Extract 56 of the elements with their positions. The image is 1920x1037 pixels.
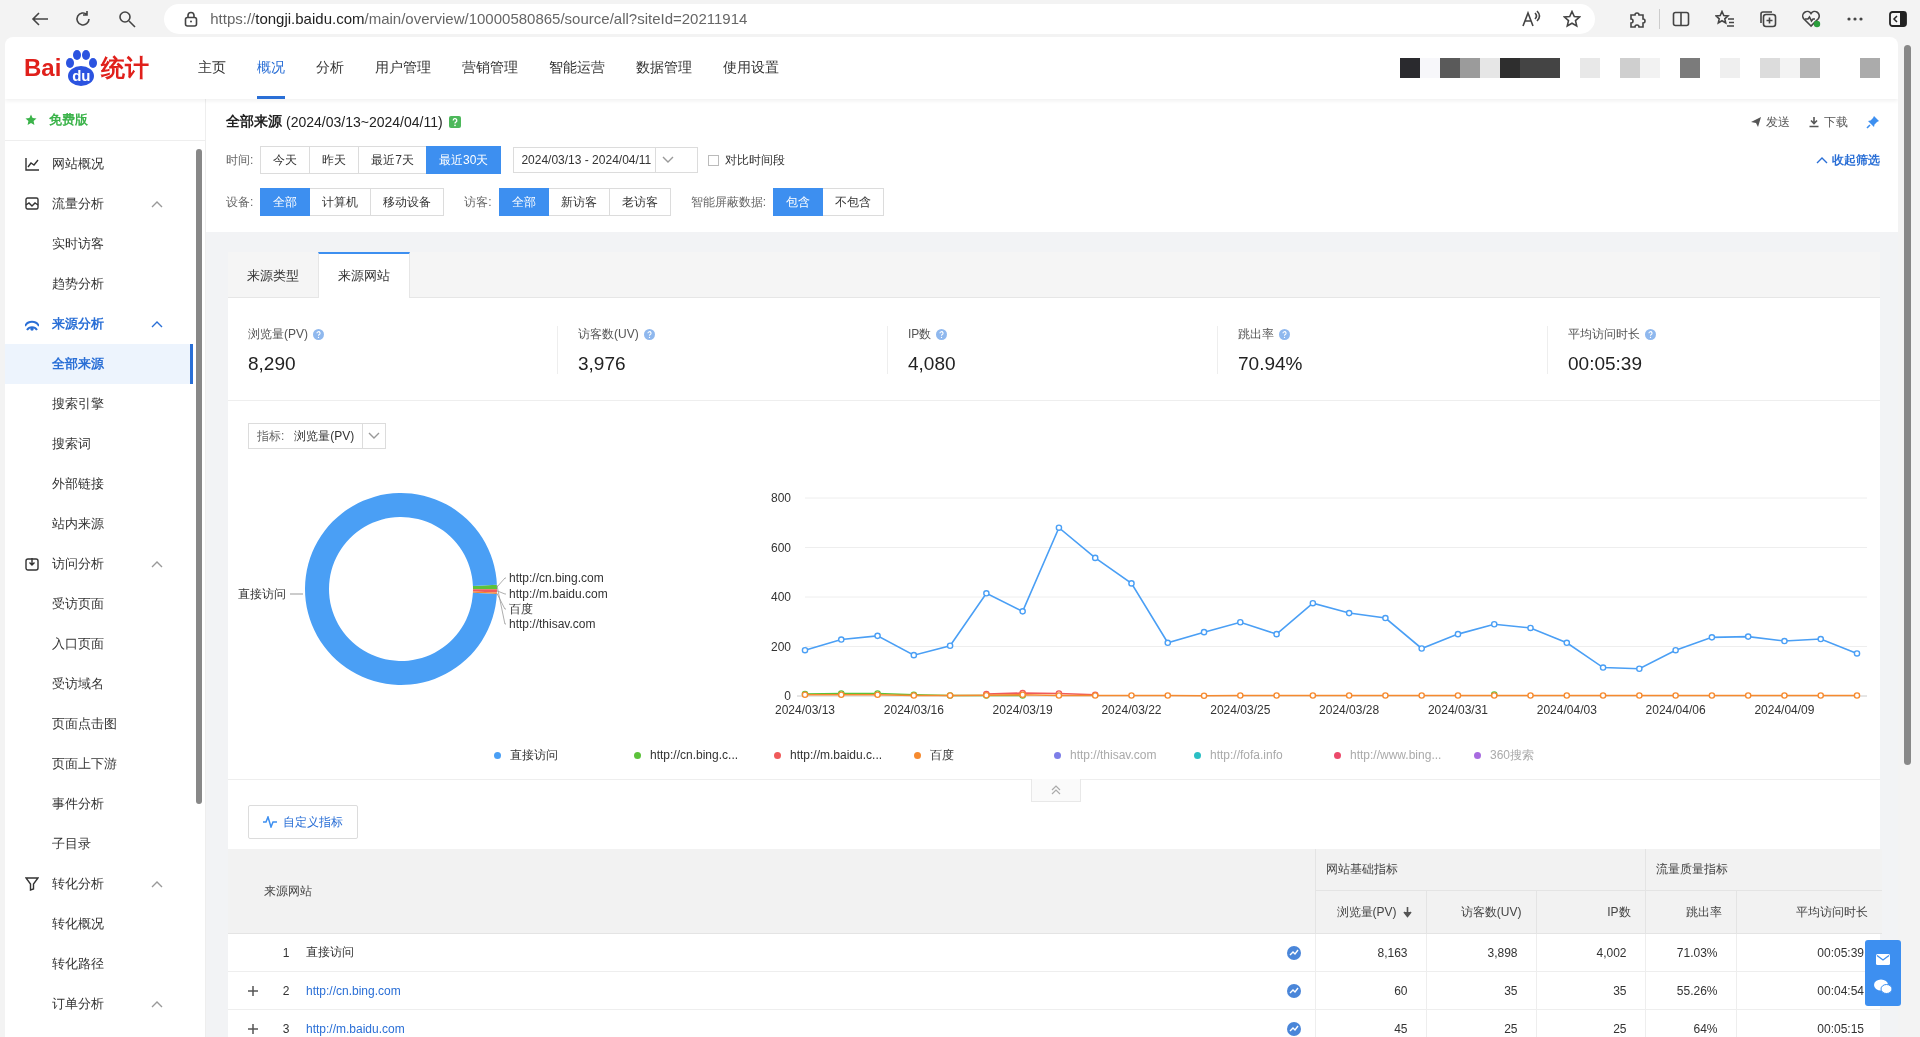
table-cell: 3,898: [1426, 933, 1536, 972]
slice-label: http://thisav.com: [509, 617, 596, 631]
checkbox-label: 对比时间段: [725, 151, 786, 169]
url-text: https://tongji.baidu.com/main/overview/10000580865/source/all?siteId=20211914: [210, 10, 749, 27]
table-cell: 35: [1426, 971, 1536, 1010]
axis-tick-label: 2024/03/25: [1210, 703, 1271, 717]
plan-label: 免费版: [49, 110, 88, 129]
axis-tick-label: 2024/04/09: [1754, 703, 1815, 717]
slice-label: http://m.baidu.com: [509, 587, 608, 601]
stat-label: 浏览量(PV): [248, 326, 308, 343]
axis-tick-label: 2024/03/28: [1319, 703, 1380, 717]
table-cell: 00:05:15: [1736, 1009, 1882, 1037]
date-range-text: (2024/03/13~2024/04/11): [286, 114, 443, 130]
filter-label: 智能屏蔽数据:: [690, 193, 767, 211]
filter-label: 设备:: [226, 193, 254, 211]
axis-tick-label: 400: [770, 590, 791, 604]
stat-value: 8,290: [248, 353, 297, 375]
stat-value: 4,080: [908, 353, 957, 375]
source-name: 直接访问: [306, 945, 354, 959]
column-group-header: 流量质量指标: [1645, 849, 1882, 891]
axis-tick-label: 600: [770, 540, 791, 555]
axis-tick-label: 2024/04/03: [1536, 703, 1597, 717]
filter-label: 访客:: [464, 193, 492, 211]
axis-tick-label: 800: [770, 491, 791, 505]
table-cell: 60: [1315, 971, 1426, 1010]
axis-tick-label: 2024/03/31: [1427, 703, 1488, 717]
axis-tick-label: 2024/03/22: [1101, 703, 1162, 717]
axis-tick-label: 2024/03/13: [774, 703, 836, 717]
stat-label: 跳出率: [1238, 326, 1274, 343]
logo: Bai du 统计: [24, 48, 198, 88]
slice-label: http://cn.bing.com: [509, 571, 604, 585]
table-cell: 55.26%: [1645, 971, 1736, 1010]
slice-label: 百度: [509, 602, 533, 616]
table-cell: 4,002: [1536, 933, 1645, 972]
table-cell: 8,163: [1315, 933, 1426, 972]
axis-tick-label: 2024/03/19: [992, 703, 1053, 717]
report-title: 全部来源: [226, 113, 282, 131]
stat-value: 70.94%: [1238, 353, 1304, 375]
stat-value: 3,976: [578, 353, 627, 375]
axis-tick-label: 200: [770, 639, 791, 654]
slice-label: 直接访问: [238, 587, 286, 601]
stat-value: 00:05:39: [1568, 353, 1643, 375]
axis-tick-label: 2024/04/06: [1645, 703, 1706, 717]
axis-tick-label: 2024/03/16: [883, 703, 944, 717]
column-header: 来源网站: [228, 849, 1315, 934]
row-index: 1: [281, 945, 291, 960]
stat-label: 平均访问时长: [1568, 326, 1640, 343]
table-cell: 71.03%: [1645, 933, 1736, 972]
stat-label: 访客数(UV): [578, 326, 639, 343]
row-index: 3: [281, 1021, 291, 1036]
filter-label: 时间:: [226, 151, 254, 169]
stat-label: IP数: [908, 326, 932, 343]
row-index: 2: [281, 983, 291, 998]
table-cell: 35: [1536, 971, 1645, 1010]
axis-tick-label: 0: [784, 689, 791, 703]
column-group-header: 网站基础指标: [1315, 849, 1645, 891]
